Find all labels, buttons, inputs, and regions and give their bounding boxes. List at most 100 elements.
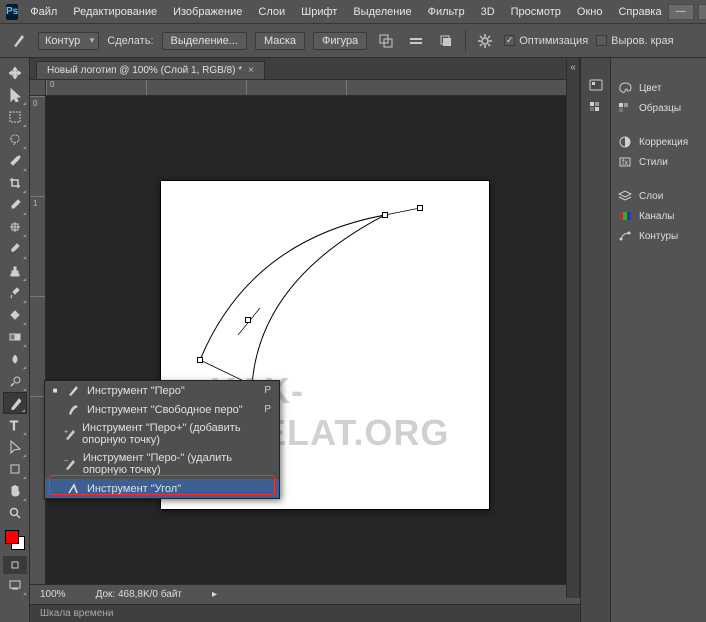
paths-icon — [617, 229, 633, 243]
path-ops-icon[interactable] — [375, 30, 397, 52]
menu-3d[interactable]: 3D — [475, 3, 501, 21]
panel-collapse-bar[interactable]: « — [566, 58, 580, 598]
path-select-tool[interactable] — [3, 436, 27, 458]
brush-tool[interactable] — [3, 238, 27, 260]
gear-icon[interactable] — [474, 30, 496, 52]
menu-file[interactable]: Файл — [24, 3, 63, 21]
menu-help[interactable]: Справка — [612, 3, 667, 21]
menu-bar: Файл Редактирование Изображение Слои Шри… — [24, 3, 667, 21]
document-tab-title: Новый логотип @ 100% (Слой 1, RGB/8) * — [47, 65, 242, 76]
eyedropper-tool[interactable] — [3, 194, 27, 216]
close-tab-icon[interactable]: × — [248, 65, 254, 76]
flyout-pen[interactable]: ■ Инструмент "Перо" P — [45, 381, 279, 400]
screen-mode-toggle[interactable] — [3, 574, 27, 596]
flyout-label: Инструмент "Перо+" (добавить опорную точ… — [82, 422, 273, 446]
handle-point[interactable] — [417, 205, 423, 211]
shape-button[interactable]: Фигура — [313, 32, 367, 50]
hand-tool[interactable] — [3, 480, 27, 502]
gradient-tool[interactable] — [3, 326, 27, 348]
crop-tool[interactable] — [3, 172, 27, 194]
svg-text:−: − — [64, 458, 68, 465]
eraser-tool[interactable] — [3, 304, 27, 326]
foreground-background-color[interactable] — [3, 528, 27, 552]
anchor-point[interactable] — [245, 317, 251, 323]
path-mode-dropdown[interactable]: Контур — [38, 32, 99, 50]
pen-plus-icon: + — [63, 428, 76, 441]
panel-channels[interactable]: Каналы — [611, 206, 706, 226]
document-area[interactable]: 0 01 KAK-SDELAT.ORG — [30, 80, 580, 584]
vertical-ruler[interactable]: 01 — [30, 96, 46, 584]
timeline-panel[interactable]: Шкала времени — [30, 604, 580, 622]
pen-tool[interactable] — [3, 392, 27, 414]
selection-button[interactable]: Выделение... — [162, 32, 247, 50]
panel-styles[interactable]: fx Стили — [611, 152, 706, 172]
wand-tool[interactable] — [3, 150, 27, 172]
dodge-tool[interactable] — [3, 370, 27, 392]
menu-edit[interactable]: Редактирование — [67, 3, 163, 21]
maximize-button[interactable]: □ — [698, 4, 706, 20]
menu-view[interactable]: Просмотр — [505, 3, 567, 21]
panel-color[interactable]: Цвет — [611, 78, 706, 98]
zoom-tool[interactable] — [3, 502, 27, 524]
menu-window[interactable]: Окно — [571, 3, 609, 21]
color-panel-icon[interactable] — [588, 78, 604, 92]
document-tab[interactable]: Новый логотип @ 100% (Слой 1, RGB/8) * × — [36, 61, 265, 79]
flyout-freeform-pen[interactable]: Инструмент "Свободное перо" P — [45, 400, 279, 419]
move-tool[interactable] — [3, 84, 27, 106]
stamp-tool[interactable] — [3, 260, 27, 282]
panel-layers[interactable]: Слои — [611, 186, 706, 206]
minimize-button[interactable]: — — [668, 4, 694, 20]
pen-minus-icon: − — [64, 458, 77, 471]
lasso-tool[interactable] — [3, 128, 27, 150]
separator — [465, 30, 466, 52]
blur-tool[interactable] — [3, 348, 27, 370]
tool-bar: T — [0, 58, 30, 622]
flyout-label: Инструмент "Угол" — [87, 483, 181, 495]
tool-preset-icon[interactable] — [8, 30, 30, 52]
flyout-delete-anchor[interactable]: − Инструмент "Перо-" (удалить опорную то… — [45, 449, 279, 479]
menu-filter[interactable]: Фильтр — [422, 3, 471, 21]
menu-image[interactable]: Изображение — [167, 3, 248, 21]
checkbox-checked-icon: ✓ — [504, 35, 515, 46]
timeline-label: Шкала времени — [40, 608, 113, 619]
align-icon[interactable] — [405, 30, 427, 52]
menu-select[interactable]: Выделение — [347, 3, 417, 21]
quickmask-toggle[interactable] — [3, 556, 27, 574]
palette-icon — [617, 81, 633, 95]
panel-adjustments[interactable]: Коррекция — [611, 132, 706, 152]
mask-button[interactable]: Маска — [255, 32, 305, 50]
status-arrow-icon[interactable]: ▸ — [212, 589, 217, 600]
shape-tool[interactable] — [3, 458, 27, 480]
flyout-add-anchor[interactable]: + Инструмент "Перо+" (добавить опорную т… — [45, 419, 279, 449]
panel-swatches[interactable]: Образцы — [611, 98, 706, 118]
panel-paths[interactable]: Контуры — [611, 226, 706, 246]
flyout-convert-point[interactable]: Инструмент "Угол" — [45, 479, 279, 498]
arrows-icon[interactable] — [3, 62, 27, 84]
document-tabs: Новый логотип @ 100% (Слой 1, RGB/8) * × — [30, 58, 580, 80]
anchor-point[interactable] — [197, 357, 203, 363]
svg-text:fx: fx — [622, 158, 628, 167]
panel-label: Каналы — [639, 211, 675, 222]
zoom-level[interactable]: 100% — [40, 589, 66, 600]
menu-type[interactable]: Шрифт — [295, 3, 343, 21]
optimize-checkbox[interactable]: ✓ Оптимизация — [504, 35, 588, 47]
swatches-panel-icon[interactable] — [588, 100, 604, 114]
doc-info[interactable]: Док: 468,8K/0 байт — [96, 589, 182, 600]
checkbox-unchecked-icon — [596, 35, 607, 46]
menu-layer[interactable]: Слои — [252, 3, 291, 21]
marquee-tool[interactable] — [3, 106, 27, 128]
foreground-color-swatch[interactable] — [5, 530, 19, 544]
app-logo: Ps — [6, 4, 18, 20]
trim-edges-checkbox[interactable]: Выров. края — [596, 35, 673, 47]
workspace: T Новый логотип @ 100% (Слой 1, RGB/8) *… — [0, 58, 706, 622]
healing-tool[interactable] — [3, 216, 27, 238]
type-tool[interactable]: T — [3, 414, 27, 436]
history-brush-tool[interactable] — [3, 282, 27, 304]
horizontal-ruler[interactable]: 0 — [46, 80, 580, 96]
panel-group-layers: Слои Каналы Контуры — [611, 186, 706, 246]
styles-icon: fx — [617, 155, 633, 169]
anchor-point[interactable] — [382, 212, 388, 218]
arrange-icon[interactable] — [435, 30, 457, 52]
ruler-origin[interactable] — [30, 80, 46, 96]
active-mark-icon: ■ — [51, 386, 59, 395]
